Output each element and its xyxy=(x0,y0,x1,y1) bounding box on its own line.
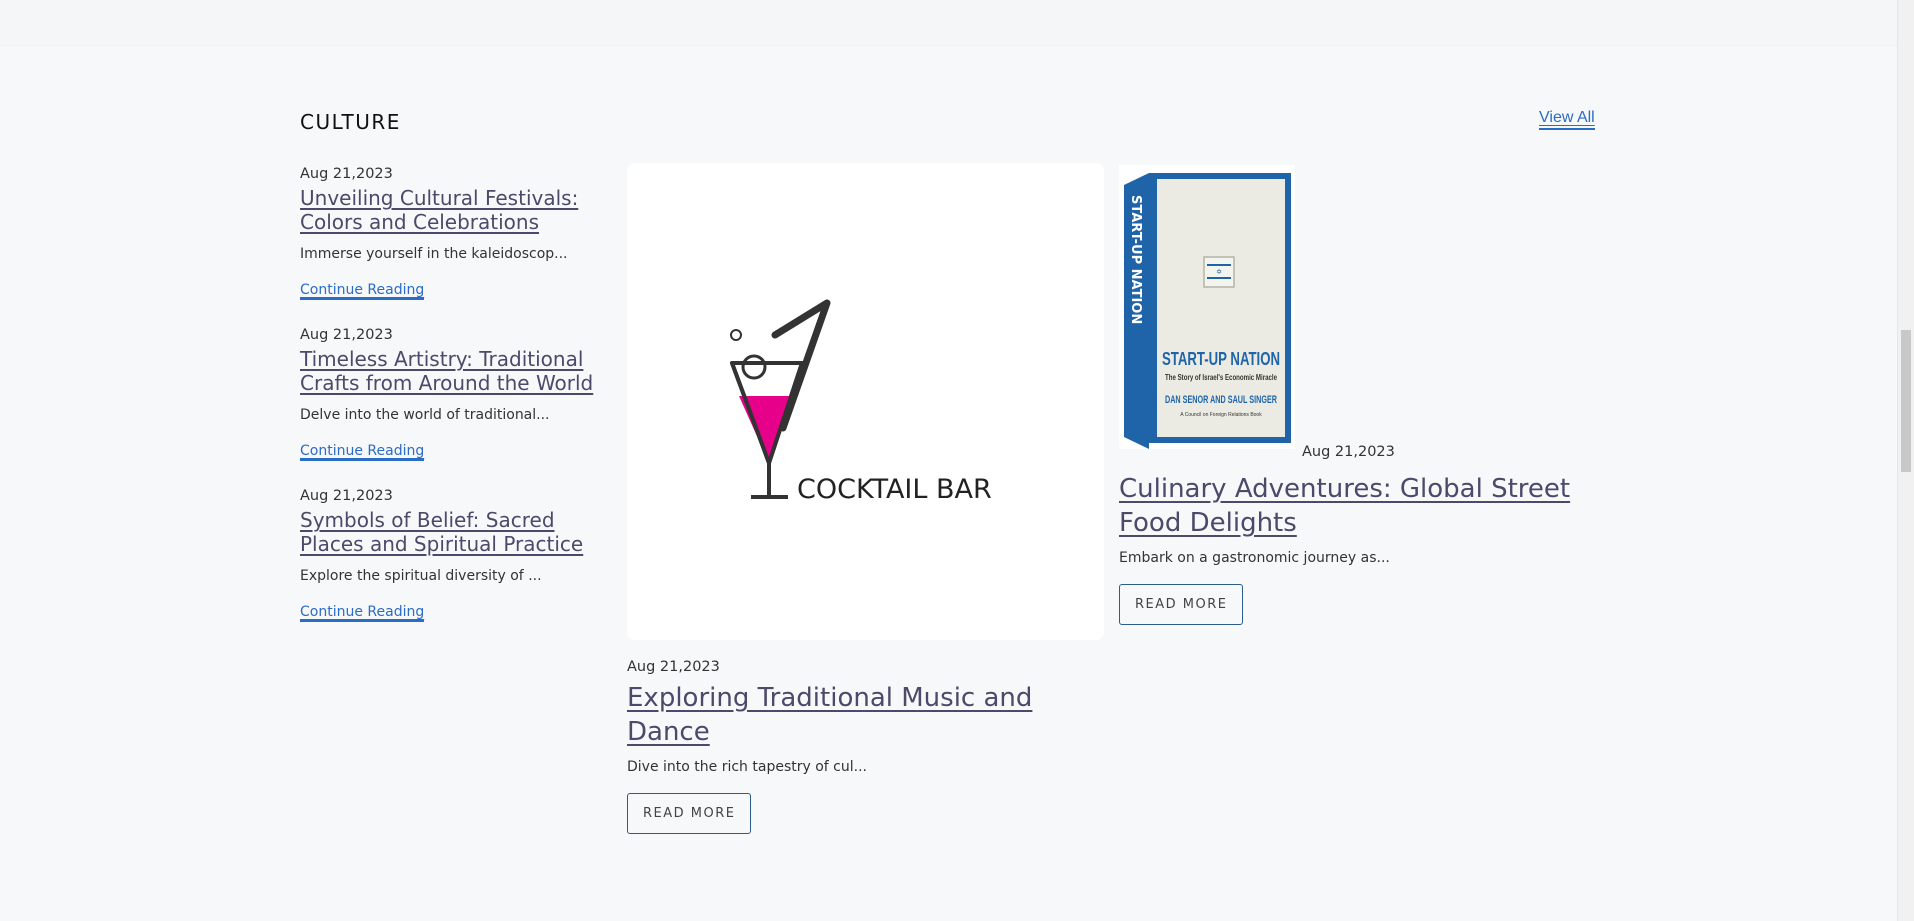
read-more-button[interactable]: READ MORE xyxy=(627,793,752,834)
read-more-button[interactable]: READ MORE xyxy=(1119,584,1244,625)
section-title: CULTURE xyxy=(300,110,401,134)
post-excerpt: Embark on a gastronomic journey as... xyxy=(1119,550,1390,566)
post-excerpt: Explore the spiritual diversity of ... xyxy=(300,568,542,584)
book-title: START-UP NATION xyxy=(1162,349,1280,369)
secondary-post: Culinary Adventures: Global Street Food … xyxy=(1119,466,1599,625)
post-title-link[interactable]: Exploring Traditional Music and Dance xyxy=(627,681,1107,749)
featured-post: Aug 21,2023 Exploring Traditional Music … xyxy=(627,659,1107,834)
cocktail-bar-logo: COCKTAIL BAR xyxy=(730,299,992,505)
book-authors: DAN SENOR AND SAUL SINGER xyxy=(1165,394,1277,406)
logo-text: COCKTAIL BAR xyxy=(797,474,992,505)
side-post: Aug 21,2023 Unveiling Cultural Festivals… xyxy=(300,166,600,300)
top-band xyxy=(0,0,1898,46)
svg-text:✡: ✡ xyxy=(1216,268,1222,276)
book-note: A Council on Foreign Relations Book xyxy=(1180,412,1262,418)
post-title-link[interactable]: Timeless Artistry: Traditional Crafts fr… xyxy=(300,347,600,395)
post-title-link[interactable]: Culinary Adventures: Global Street Food … xyxy=(1119,472,1599,540)
post-date: Aug 21,2023 xyxy=(300,488,393,504)
continue-reading-link[interactable]: Continue Reading xyxy=(300,282,425,300)
post-excerpt: Dive into the rich tapestry of cul... xyxy=(627,759,867,775)
side-post: Aug 21,2023 Timeless Artistry: Tradition… xyxy=(300,327,600,461)
post-date: Aug 21,2023 xyxy=(300,327,393,343)
continue-reading-link[interactable]: Continue Reading xyxy=(300,604,425,622)
post-excerpt: Delve into the world of traditional... xyxy=(300,407,550,423)
post-title-link[interactable]: Unveiling Cultural Festivals: Colors and… xyxy=(300,186,600,234)
post-date: Aug 21,2023 xyxy=(300,166,393,182)
post-date: Aug 21,2023 xyxy=(1302,444,1395,460)
post-date: Aug 21,2023 xyxy=(627,659,720,675)
featured-image[interactable]: COCKTAIL BAR xyxy=(627,163,1104,640)
post-title-link[interactable]: Symbols of Belief: Sacred Places and Spi… xyxy=(300,508,600,556)
side-post: Aug 21,2023 Symbols of Belief: Sacred Pl… xyxy=(300,488,600,622)
book-cover-image[interactable]: START-UP NATION ✡ START-UP NATION The St… xyxy=(1119,165,1295,449)
scrollbar-thumb[interactable] xyxy=(1901,330,1911,472)
scrollbar[interactable] xyxy=(1897,0,1914,921)
post-excerpt: Immerse yourself in the kaleidoscop... xyxy=(300,246,568,262)
continue-reading-link[interactable]: Continue Reading xyxy=(300,443,425,461)
book-spine-text: START-UP NATION xyxy=(1128,195,1143,324)
book-subtitle: The Story of Israel's Economic Miracle xyxy=(1165,373,1277,382)
view-all-link[interactable]: View All xyxy=(1539,109,1595,130)
